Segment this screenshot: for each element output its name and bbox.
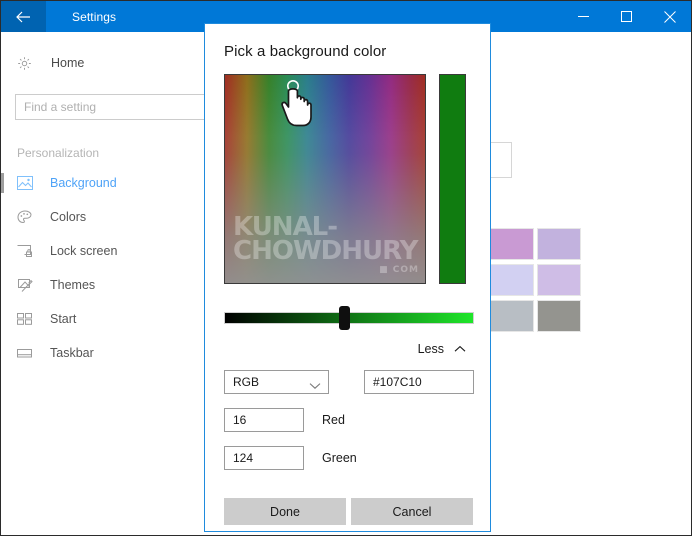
hex-value: #107C10 <box>373 375 422 389</box>
taskbar-icon <box>17 348 37 359</box>
color-swatch[interactable] <box>490 300 534 332</box>
recent-colors-grid <box>490 228 581 332</box>
expand-toggle[interactable]: Less <box>205 342 490 356</box>
sidebar-item-colors[interactable]: Colors <box>1 200 205 234</box>
sidebar-item-taskbar[interactable]: Taskbar <box>1 336 205 370</box>
saturation-value-area[interactable]: KUNAL-CHOWDHURY ■ COM <box>224 74 426 284</box>
window-controls <box>562 1 691 32</box>
hex-field[interactable]: #107C10 <box>364 370 474 394</box>
color-mode-value: RGB <box>233 375 260 389</box>
back-button[interactable] <box>1 1 46 32</box>
settings-window: Settings Home Find a setting Personaliza… <box>0 0 692 536</box>
color-swatch[interactable] <box>490 228 534 260</box>
green-label: Green <box>322 451 357 465</box>
sidebar-item-home[interactable]: Home <box>1 48 205 78</box>
dialog-buttons: Done Cancel <box>205 498 490 525</box>
red-channel-row: 16 Red <box>205 408 490 432</box>
search-container <box>1 94 205 120</box>
mode-and-hex-row: RGB #107C10 <box>205 370 490 394</box>
sidebar-home-label: Home <box>51 56 85 70</box>
maximize-button[interactable] <box>605 1 648 32</box>
sidebar-item-label: Background <box>50 176 117 190</box>
green-channel-row: 124 Green <box>205 446 490 470</box>
color-swatch[interactable] <box>490 264 534 296</box>
sidebar-item-label: Colors <box>50 210 87 224</box>
lock-screen-icon <box>17 244 37 258</box>
value-shade <box>225 75 425 283</box>
brightness-slider-thumb[interactable] <box>339 306 350 330</box>
sidebar: Home Personalization Background <box>1 32 205 535</box>
brightness-slider-container <box>224 306 474 330</box>
window-title: Settings <box>72 9 117 24</box>
red-input[interactable]: 16 <box>224 408 304 432</box>
sidebar-item-label: Start <box>50 312 77 326</box>
color-swatch[interactable] <box>537 300 581 332</box>
sidebar-group-label: Personalization <box>17 146 100 160</box>
picker-row: KUNAL-CHOWDHURY ■ COM <box>205 60 490 284</box>
chevron-up-icon <box>454 345 466 353</box>
close-button[interactable] <box>648 1 691 32</box>
partially-hidden-field[interactable] <box>490 142 512 178</box>
sidebar-item-lock-screen[interactable]: Lock screen <box>1 234 205 268</box>
color-picker-dialog: Pick a background color KUNAL-CHOWDHURY … <box>204 23 491 532</box>
palette-icon <box>17 209 37 225</box>
red-label: Red <box>322 413 345 427</box>
sidebar-item-background[interactable]: Background <box>1 166 205 200</box>
cancel-button[interactable]: Cancel <box>351 498 473 525</box>
sidebar-item-label: Taskbar <box>50 346 94 360</box>
expand-toggle-label: Less <box>417 342 444 356</box>
sidebar-item-themes[interactable]: Themes <box>1 268 205 302</box>
picture-icon <box>17 176 37 190</box>
search-input[interactable] <box>24 100 196 114</box>
color-swatch[interactable] <box>537 228 581 260</box>
minimize-icon <box>578 11 589 22</box>
themes-icon <box>17 278 37 293</box>
search-box[interactable] <box>15 94 205 120</box>
done-button[interactable]: Done <box>224 498 346 525</box>
green-input[interactable]: 124 <box>224 446 304 470</box>
maximize-icon <box>621 11 632 22</box>
dialog-title: Pick a background color <box>224 43 387 60</box>
minimize-button[interactable] <box>562 1 605 32</box>
green-value: 124 <box>233 451 254 465</box>
color-preview-swatch <box>439 74 466 284</box>
chevron-down-icon <box>309 377 321 395</box>
red-value: 16 <box>233 413 247 427</box>
color-swatch[interactable] <box>537 264 581 296</box>
color-mode-select[interactable]: RGB <box>224 370 329 394</box>
gear-icon <box>17 56 39 71</box>
start-tiles-icon <box>17 313 37 325</box>
sidebar-item-label: Themes <box>50 278 96 292</box>
sidebar-item-label: Lock screen <box>50 244 118 258</box>
close-icon <box>663 10 676 23</box>
sidebar-item-start[interactable]: Start <box>1 302 205 336</box>
back-arrow-icon <box>16 11 31 23</box>
